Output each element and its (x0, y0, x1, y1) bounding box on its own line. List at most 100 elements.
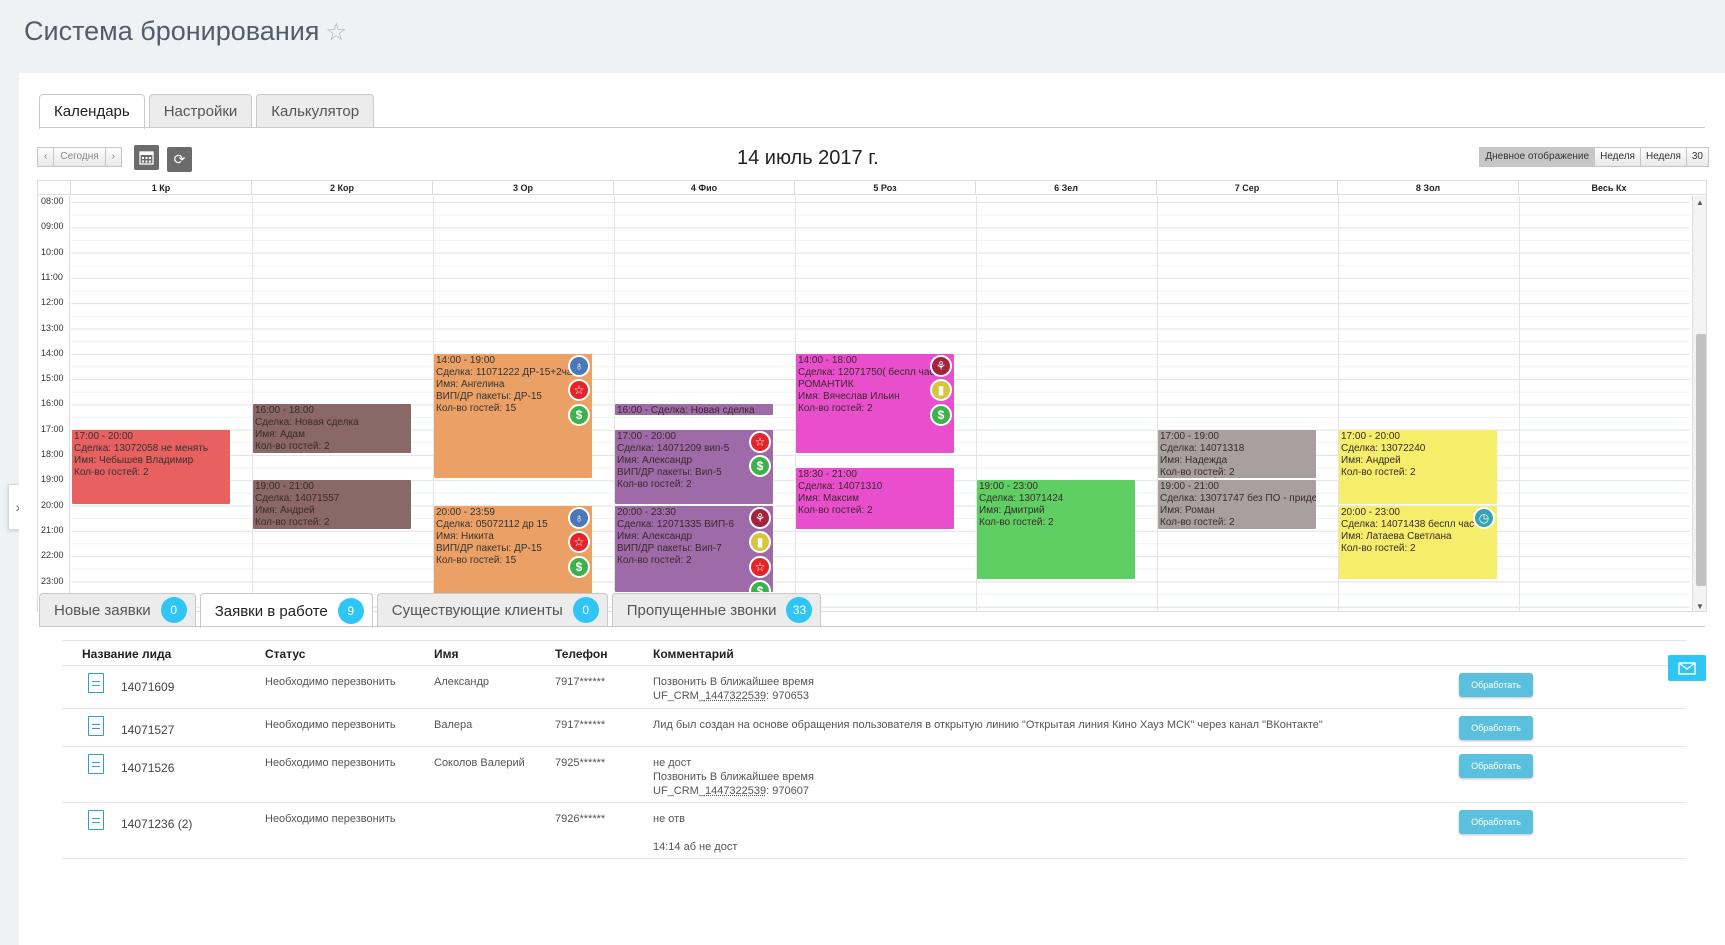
lead-id-link[interactable]: 14071527 (121, 723, 174, 737)
lead-status: Необходимо перезвонить (265, 757, 396, 769)
leads-table: Название лида Статус Имя Телефон Коммент… (62, 640, 1686, 859)
booking-event[interactable]: 17:00 - 19:00 Сделка: 14071318 Имя: Надежд… (1158, 429, 1316, 479)
view-button-3[interactable]: 30 (1686, 147, 1709, 167)
event-line: Имя: Латаева Светлана (1341, 530, 1452, 542)
booking-event[interactable]: 19:00 - 21:00 Сделка: 14071557 Имя: Андрей… (253, 480, 411, 529)
count-badge: 0 (160, 597, 187, 623)
leads-tab-label: Заявки в работе (214, 602, 328, 620)
process-lead-button[interactable]: Обработать (1459, 754, 1533, 778)
time-label: 09:00 (41, 221, 64, 232)
leads-tab-3[interactable]: Пропущенные звонки 33 (611, 593, 822, 626)
process-lead-button[interactable]: Обработать (1459, 716, 1533, 740)
refresh-button[interactable]: ⟳ (167, 147, 192, 172)
comment-line: UF_CRM_1447322539: 970653 (653, 689, 814, 703)
tab-0[interactable]: Календарь (39, 94, 145, 129)
booking-event[interactable]: 20:00 - 23:00 Сделка: 14071438 беспл час И… (1339, 505, 1497, 580)
leads-tab-1[interactable]: Заявки в работе 9 (199, 593, 373, 628)
time-label: 16:00 (41, 398, 64, 409)
booking-event[interactable]: 17:00 - 20:00 Сделка: 13072240 Имя: Андрей… (1339, 429, 1497, 504)
main-tabs: Календарь Настройки Калькулятор (39, 94, 375, 129)
booking-event[interactable]: 17:00 - 20:00 Сделка: 13072058 не менять И… (72, 429, 230, 504)
hookah-icon: ♁ (568, 354, 590, 377)
leads-table-header: Название лида Статус Имя Телефон Коммент… (62, 640, 1686, 666)
event-line: Имя: Александр (617, 454, 693, 466)
mail-button[interactable] (1668, 655, 1706, 681)
booking-event[interactable]: 16:00 - Сделка: Новая сделка (615, 404, 773, 416)
count-badge: 33 (786, 597, 813, 623)
leads-tab-label: Новые заявки (54, 601, 151, 619)
event-line: 19:00 - 21:00 (1160, 481, 1219, 493)
event-line: Сделка: 11071222 ДР-15+2ча (436, 366, 573, 378)
col-header-name: Имя (434, 647, 459, 661)
event-line: Кол-во гостей: 2 (617, 478, 692, 490)
event-line: Кол-во гостей: 15 (436, 402, 517, 414)
rose-icon: ⚘ (749, 506, 771, 529)
lead-status: Необходимо перезвонить (265, 719, 396, 731)
booking-event[interactable]: 16:00 - 18:00 Сделка: Новая сделка Имя: Ад… (253, 404, 411, 453)
event-line: Имя: Александр (617, 530, 693, 542)
booking-event[interactable]: 19:00 - 21:00 Сделка: 13071747 без ПО - п… (1158, 480, 1316, 529)
lead-id-link[interactable]: 14071609 (121, 680, 174, 694)
calendar-picker-button[interactable] (134, 145, 159, 170)
event-line: 16:00 - 18:00 (255, 405, 314, 417)
document-icon[interactable] (88, 754, 104, 774)
document-icon[interactable] (88, 810, 104, 830)
process-lead-button[interactable]: Обработать (1459, 673, 1533, 697)
leads-tabs: Новые заявки 0 Заявки в работе 9 Существующи… (39, 593, 822, 628)
booking-event[interactable]: 19:00 - 23:00 Сделка: 13071424 Имя: Дмитри… (977, 480, 1135, 580)
leads-tab-2[interactable]: Существующие клиенты 0 (376, 593, 608, 626)
document-icon[interactable] (88, 716, 104, 736)
time-label: 12:00 (41, 297, 64, 308)
column-separator (1519, 196, 1520, 611)
booking-event[interactable]: 18:30 - 21:00 Сделка: 14071310 Имя: Максим… (796, 467, 954, 529)
process-lead-button[interactable]: Обработать (1459, 810, 1533, 834)
booking-event[interactable]: 14:00 - 18:00 Сделка: 12071750( беспл час… (796, 353, 954, 453)
event-line: Кол-во гостей: 2 (255, 441, 330, 453)
scroll-thumb[interactable] (1696, 334, 1706, 586)
booking-event[interactable]: 20:00 - 23:30 Сделка: 12071335 ВИП-6 Имя: … (615, 505, 773, 593)
time-label: 10:00 (41, 246, 64, 257)
event-line: Кол-во гостей: 2 (617, 554, 692, 566)
lead-name: Александр (434, 676, 490, 688)
leads-tab-0[interactable]: Новые заявки 0 (39, 593, 196, 626)
lead-id-link[interactable]: 14071526 (121, 761, 174, 775)
lead-comment: не отв 14:14 аб не дост (653, 812, 737, 854)
event-line: РОМАНТИК (798, 378, 854, 390)
lead-id-link[interactable]: 14071236 (2) (121, 817, 192, 831)
tab-2[interactable]: Калькулятор (256, 94, 375, 127)
next-day-button[interactable]: › (105, 147, 123, 167)
today-button[interactable]: Сегодня (54, 147, 106, 167)
event-line: Сделка: 12071335 ВИП-6 (617, 518, 735, 530)
time-label: 19:00 (41, 474, 64, 485)
event-line: ВИП/ДР пакеты: Вип-5 (617, 466, 722, 478)
time-label: 11:00 (41, 271, 63, 282)
scroll-down-arrow-icon[interactable]: ▼ (1696, 602, 1704, 611)
dollar-icon: $ (930, 403, 952, 426)
event-line: Имя: Андрей (255, 505, 315, 517)
calendar-grid[interactable]: 17:00 - 20:00 Сделка: 13072058 не менять И… (71, 196, 1690, 611)
view-button-2[interactable]: Неделя (1640, 147, 1687, 167)
event-line: 20:00 - 23:30 (617, 506, 676, 518)
event-line: ВИП/ДР пакеты: ДР-15 (436, 390, 542, 402)
star-icon: ☆ (749, 430, 771, 453)
event-line: Сделка: 13072058 не менять (74, 442, 209, 454)
comment-field-prefix: UF_CRM_ (653, 690, 705, 702)
lead-phone: 7917****** (555, 719, 606, 731)
view-button-1[interactable]: Неделя (1595, 147, 1641, 167)
table-row: 14071609 Необходимо перезвонить Александр 7… (62, 666, 1686, 709)
booking-event[interactable]: 17:00 - 20:00 Сделка: 14071209 вип-5 Имя: … (615, 429, 773, 504)
event-line: Кол-во гостей: 2 (979, 517, 1054, 529)
prev-day-button[interactable]: ‹ (37, 147, 55, 167)
tab-1[interactable]: Настройки (148, 94, 253, 127)
scroll-up-arrow-icon[interactable]: ▲ (1696, 198, 1704, 207)
event-line: 19:00 - 21:00 (255, 481, 314, 493)
calendar-scrollbar[interactable]: ▲ ▼ (1692, 196, 1706, 611)
comment-line: UF_CRM_1447322539: 970607 (653, 784, 814, 798)
document-icon[interactable] (88, 673, 104, 693)
current-date: 14 июль 2017 г. (737, 147, 879, 169)
view-button-0[interactable]: Дневное отображение (1479, 147, 1596, 167)
booking-event[interactable]: 20:00 - 23:59 Сделка: 05072112 др 15 Имя: … (434, 505, 592, 605)
booking-event[interactable]: 14:00 - 19:00 Сделка: 11071222 ДР-15+2ча И… (434, 353, 592, 479)
favorite-star-icon[interactable]: ☆ (325, 19, 347, 46)
leads-tabs-divider (39, 626, 1705, 627)
